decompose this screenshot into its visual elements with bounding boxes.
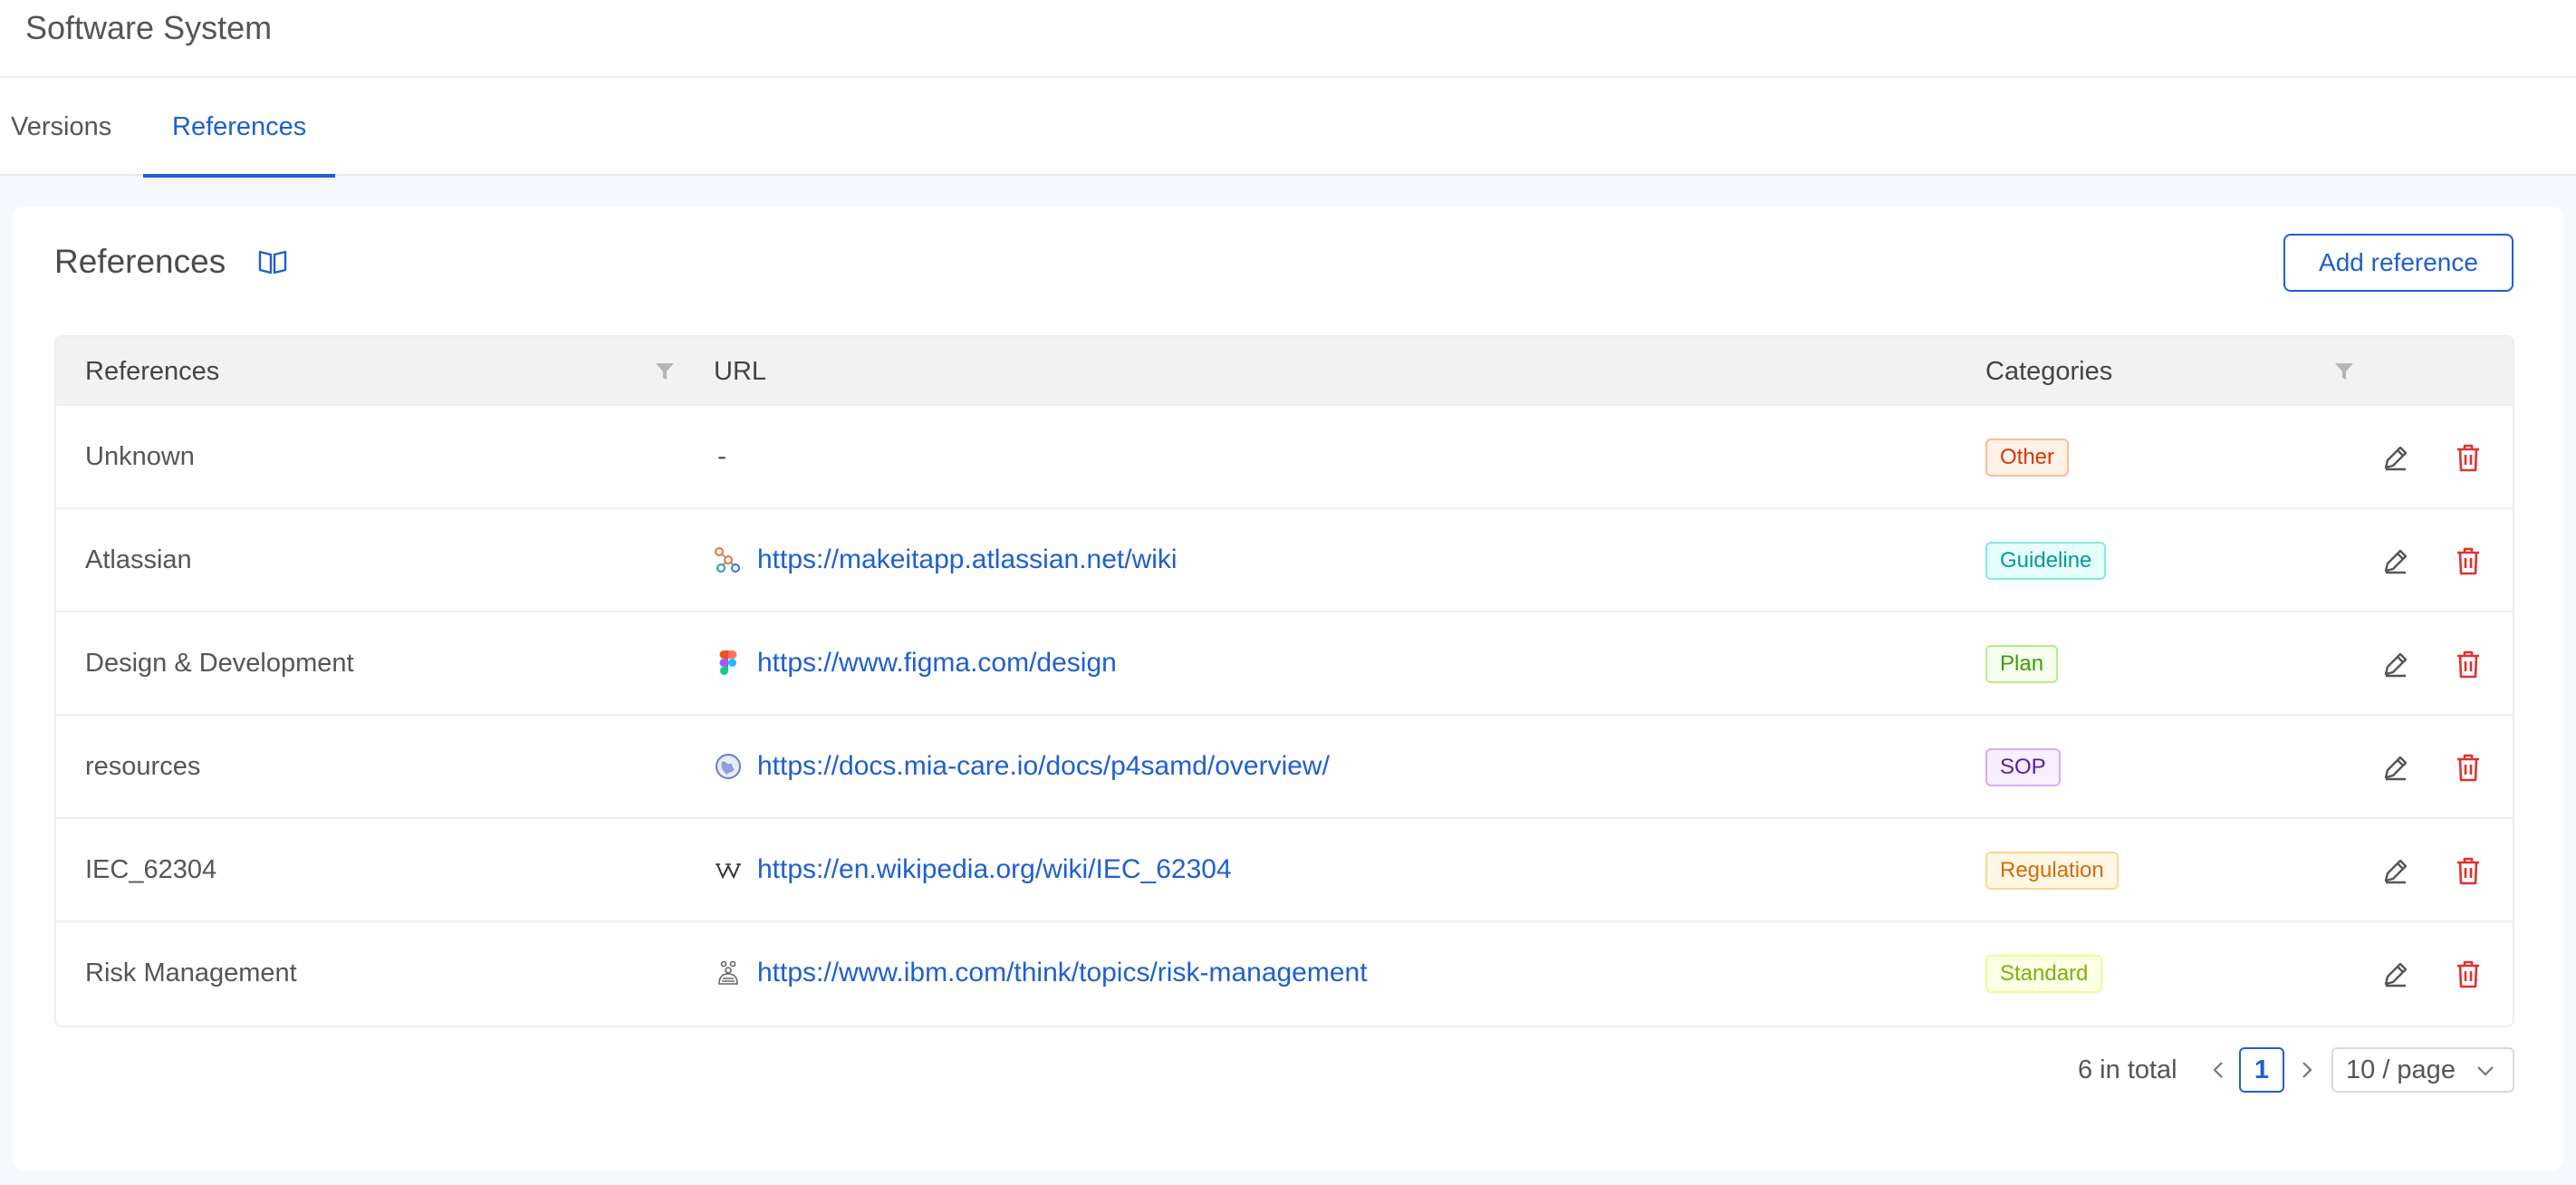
book-icon[interactable] [257, 248, 288, 275]
wikipedia-icon [716, 863, 741, 880]
ibm-icon [718, 960, 738, 985]
category-tag: Plan [1985, 645, 2059, 683]
page-title: Software System [25, 9, 273, 46]
references-card: References Add reference References URL … [13, 207, 2563, 1171]
category-tag: Guideline [1985, 542, 2107, 580]
table-row: Unknown - Other [56, 406, 2513, 509]
edit-icon[interactable] [2380, 752, 2411, 783]
reference-name: resources [85, 752, 201, 781]
table-header: References URL Categories [56, 337, 2513, 406]
reference-name: Risk Management [85, 959, 297, 988]
table-row: IEC_62304 https://en.wikipedia.org/wiki/… [56, 819, 2513, 922]
delete-icon[interactable] [2455, 752, 2482, 783]
delete-icon[interactable] [2455, 855, 2482, 886]
references-table: References URL Categories Unknown - Othe… [54, 335, 2514, 1027]
delete-icon[interactable] [2455, 959, 2482, 989]
reference-link[interactable]: https://docs.mia-care.io/docs/p4samd/ove… [757, 716, 1330, 817]
delete-icon[interactable] [2455, 442, 2482, 473]
delete-icon[interactable] [2455, 545, 2482, 576]
top-bar: Software System [0, 0, 2576, 78]
tab-bar: Versions References [0, 78, 2576, 178]
table-row: Risk Management https://www.ibm.com/thin… [56, 922, 2513, 1026]
reference-link[interactable]: https://www.figma.com/design [757, 612, 1117, 714]
category-tag: Other [1985, 438, 2070, 477]
reference-name: Atlassian [85, 545, 192, 574]
column-header-categories: Categories [1985, 357, 2113, 386]
chevron-left-icon[interactable] [2208, 1059, 2230, 1081]
atlassian-icon [715, 547, 740, 573]
empty-url: - [717, 441, 726, 471]
column-header-url: URL [714, 357, 767, 386]
category-tag: Regulation [1985, 852, 2119, 890]
edit-icon[interactable] [2380, 442, 2411, 473]
globe-icon [716, 754, 741, 779]
table-row: Design & Development https://www.figma.c… [56, 612, 2513, 716]
category-tag: Standard [1985, 955, 2103, 993]
reference-name: Design & Development [85, 649, 354, 678]
tab-versions[interactable]: Versions [11, 78, 111, 176]
edit-icon[interactable] [2380, 855, 2411, 886]
table-row: Atlassian https://makeitapp.atlassian.ne… [56, 509, 2513, 612]
pagination: 6 in total 1 10 / page [13, 1047, 2563, 1093]
chevron-down-icon [2477, 1066, 2494, 1076]
card-title: References [54, 243, 226, 280]
filter-icon[interactable] [654, 361, 676, 382]
page-size-select[interactable]: 10 / page [2331, 1047, 2514, 1093]
edit-icon[interactable] [2380, 649, 2411, 679]
reference-name: Unknown [85, 442, 195, 471]
delete-icon[interactable] [2455, 649, 2482, 679]
page-size-label: 10 / page [2346, 1055, 2456, 1084]
chevron-right-icon[interactable] [2295, 1059, 2317, 1081]
reference-link[interactable]: https://www.ibm.com/think/topics/risk-ma… [757, 922, 1368, 1024]
total-count: 6 in total [2078, 1055, 2177, 1084]
category-tag: SOP [1985, 748, 2061, 786]
column-header-references: References [85, 357, 220, 386]
figma-icon [719, 650, 737, 675]
filter-icon[interactable] [2333, 361, 2355, 382]
reference-link[interactable]: https://makeitapp.atlassian.net/wiki [757, 509, 1177, 611]
reference-name: IEC_62304 [85, 855, 217, 884]
table-row: resources https://docs.mia-care.io/docs/… [56, 716, 2513, 819]
tab-references[interactable]: References [143, 78, 336, 178]
page-button[interactable]: 1 [2239, 1047, 2284, 1093]
edit-icon[interactable] [2380, 545, 2411, 576]
add-reference-button[interactable]: Add reference [2283, 234, 2514, 292]
reference-link[interactable]: https://en.wikipedia.org/wiki/IEC_62304 [757, 819, 1232, 920]
edit-icon[interactable] [2380, 959, 2411, 989]
